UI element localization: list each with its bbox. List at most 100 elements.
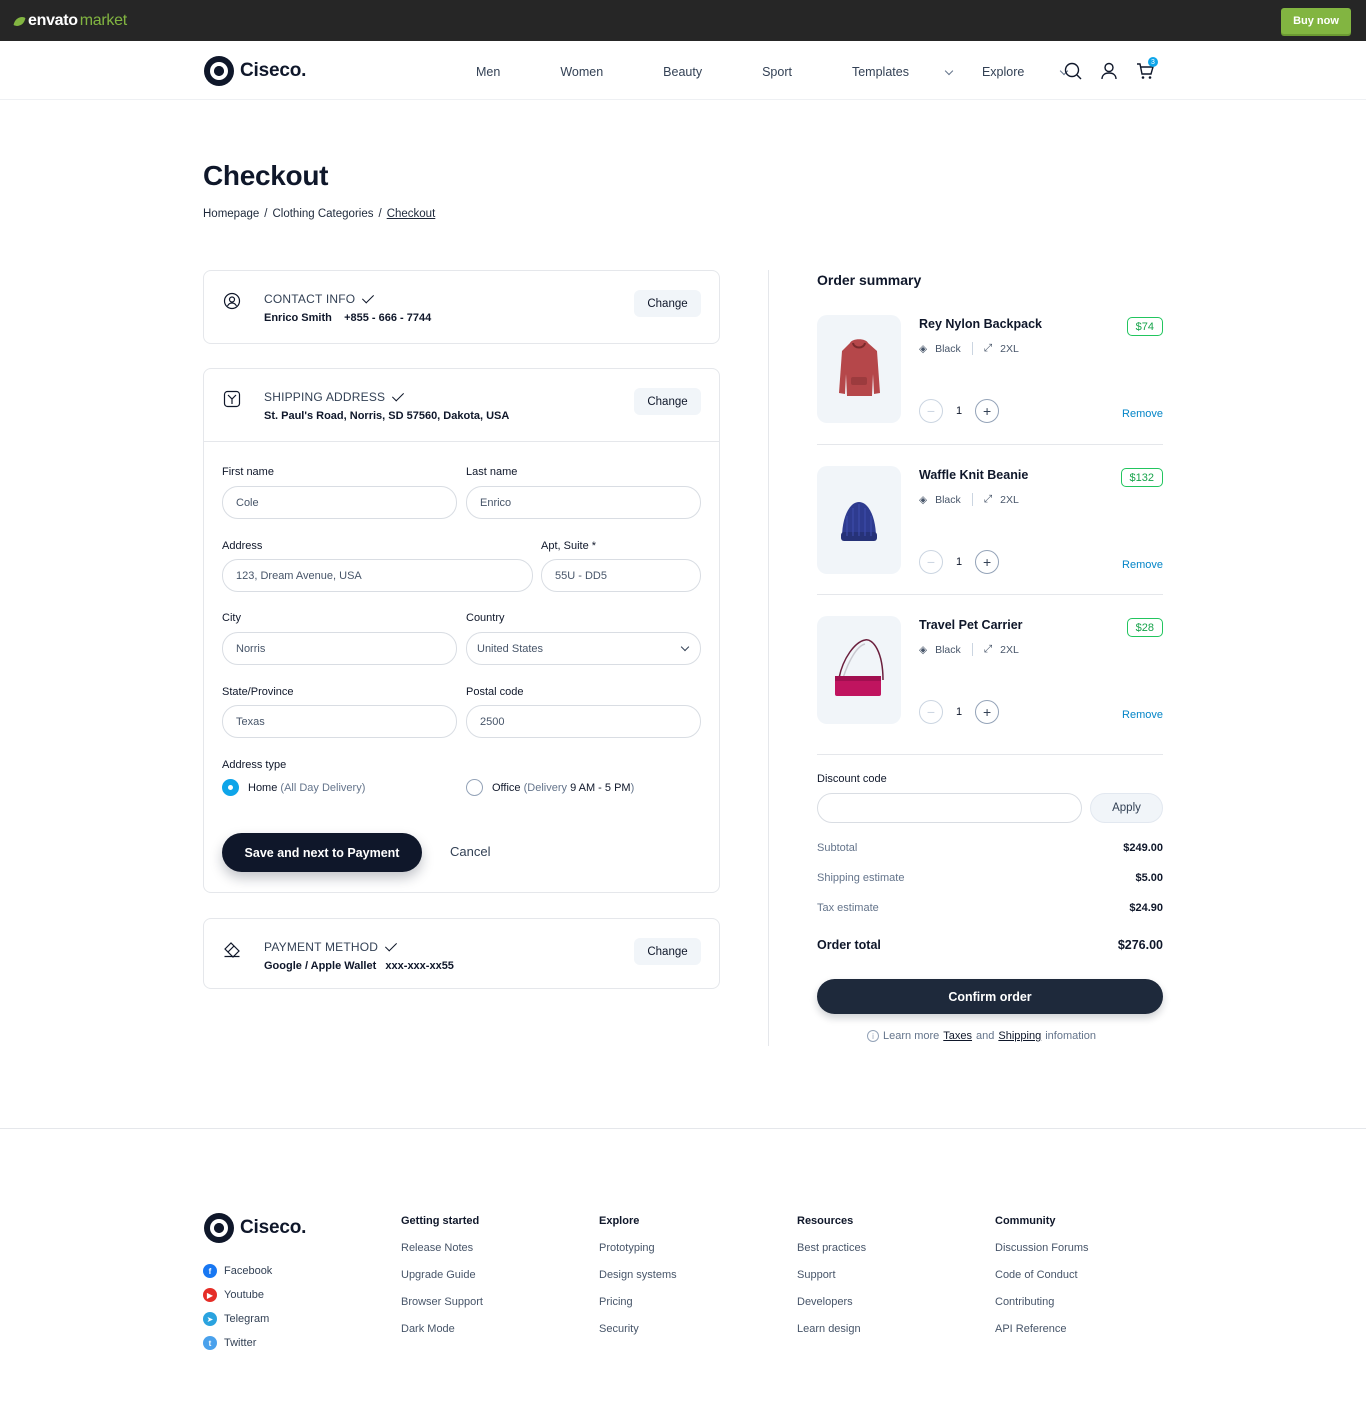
brand-logo[interactable]: Ciseco. <box>204 56 306 86</box>
state-label: State/Province <box>222 686 294 698</box>
attribute-separator <box>971 643 973 656</box>
change-contact-button[interactable]: Change <box>634 290 701 317</box>
check-icon <box>385 938 398 952</box>
footer-link[interactable]: Best practices <box>797 1242 866 1256</box>
nav-item-men[interactable]: Men <box>476 65 530 79</box>
apply-discount-button[interactable]: Apply <box>1090 793 1163 823</box>
shipping-form: First name Cole Last name Enrico Address… <box>204 441 719 893</box>
decrease-quantity-button[interactable]: − <box>919 550 943 574</box>
radio-office[interactable]: Office (Delivery 9 AM - 5 PM) <box>466 779 634 796</box>
payment-method-name: Google / Apple Wallet <box>264 960 377 972</box>
country-select[interactable]: United States <box>466 632 701 665</box>
first-name-label: First name <box>222 466 274 478</box>
cancel-button[interactable]: Cancel <box>450 844 490 859</box>
footer-link[interactable]: Security <box>599 1323 677 1337</box>
increase-quantity-button[interactable]: + <box>975 550 1000 574</box>
city-field[interactable]: Norris <box>222 632 457 665</box>
first-name-field[interactable]: Cole <box>222 486 457 519</box>
breadcrumb-current[interactable]: Checkout <box>387 208 436 220</box>
product-image[interactable] <box>817 616 901 724</box>
footer-link[interactable]: Release Notes <box>401 1242 483 1256</box>
postal-code-field[interactable]: 2500 <box>466 705 701 738</box>
footer-link[interactable]: Support <box>797 1269 866 1283</box>
increase-quantity-button[interactable]: + <box>975 700 1000 724</box>
social-telegram[interactable]: ➤ Telegram <box>203 1312 269 1326</box>
order-summary-title: Order summary <box>817 272 922 288</box>
product-name[interactable]: Waffle Knit Beanie <box>919 468 1028 482</box>
item-divider <box>817 594 1163 595</box>
envato-logo[interactable]: envato market <box>13 12 127 30</box>
product-image[interactable] <box>817 315 901 423</box>
contact-info-label: CONTACT INFO <box>264 290 375 306</box>
footer-link[interactable]: Code of Conduct <box>995 1269 1089 1283</box>
footer-link[interactable]: Developers <box>797 1296 866 1310</box>
contact-name: Enrico Smith <box>264 312 332 324</box>
quantity-stepper: − 1 + <box>919 700 1000 724</box>
footer-link[interactable]: API Reference <box>995 1323 1089 1337</box>
tax-estimate-value: $24.90 <box>1129 902 1163 914</box>
footer-brand-logo[interactable]: Ciseco. <box>204 1213 306 1243</box>
social-facebook[interactable]: f Facebook <box>203 1264 272 1278</box>
social-twitter[interactable]: t Twitter <box>203 1336 256 1350</box>
nav-item-women[interactable]: Women <box>560 65 633 79</box>
telegram-icon: ➤ <box>203 1312 217 1326</box>
address-label: Address <box>222 540 263 552</box>
change-payment-button[interactable]: Change <box>634 938 701 965</box>
package-icon <box>223 390 241 408</box>
footer-link[interactable]: Browser Support <box>401 1296 483 1310</box>
decrease-quantity-button[interactable]: − <box>919 399 943 423</box>
increase-quantity-button[interactable]: + <box>975 399 1000 423</box>
info-icon: i <box>867 1030 879 1042</box>
user-icon[interactable] <box>1100 62 1118 80</box>
save-next-button[interactable]: Save and next to Payment <box>222 833 422 872</box>
remove-item-button[interactable]: Remove <box>1122 709 1163 721</box>
breadcrumb-category[interactable]: Clothing Categories <box>272 208 373 220</box>
footer-link[interactable]: Learn design <box>797 1323 866 1337</box>
leaf-icon <box>13 14 26 28</box>
nav-item-explore[interactable]: Explore <box>981 65 1069 79</box>
main-nav: Men Women Beauty Sport Templates Explore <box>476 65 1097 79</box>
shipping-address-value: St. Paul's Road, Norris, SD 57560, Dakot… <box>264 410 510 422</box>
footer-link[interactable]: Prototyping <box>599 1242 677 1256</box>
radio-office-text: Office (Delivery 9 AM - 5 PM) <box>492 782 634 794</box>
quantity-value: 1 <box>956 556 963 568</box>
decrease-quantity-button[interactable]: − <box>919 700 943 724</box>
change-shipping-button[interactable]: Change <box>634 388 701 415</box>
social-label: Twitter <box>224 1337 257 1349</box>
product-price: $74 <box>1126 317 1163 336</box>
taxes-link[interactable]: Taxes <box>943 1030 972 1042</box>
footer-link[interactable]: Dark Mode <box>401 1323 483 1337</box>
social-youtube[interactable]: ▶ Youtube <box>203 1288 264 1302</box>
contact-info-value: Enrico Smith +855 - 666 - 7744 <box>264 312 431 324</box>
nav-item-sport[interactable]: Sport <box>762 65 822 79</box>
search-icon[interactable] <box>1064 62 1082 80</box>
last-name-field[interactable]: Enrico <box>466 486 701 519</box>
nav-label: Explore <box>981 65 1025 79</box>
radio-home[interactable]: Home (All Day Delivery) <box>222 779 365 796</box>
remove-item-button[interactable]: Remove <box>1122 559 1163 571</box>
cart-button[interactable]: 3 <box>1136 57 1158 80</box>
product-name[interactable]: Travel Pet Carrier <box>919 618 1023 632</box>
youtube-icon: ▶ <box>203 1288 217 1302</box>
footer-link[interactable]: Design systems <box>599 1269 677 1283</box>
footer-column-getting-started: Getting started Release Notes Upgrade Gu… <box>401 1215 483 1350</box>
state-field[interactable]: Texas <box>222 705 457 738</box>
discount-code-input[interactable] <box>817 793 1082 823</box>
product-name[interactable]: Rey Nylon Backpack <box>919 317 1042 331</box>
footer-link[interactable]: Upgrade Guide <box>401 1269 483 1283</box>
footer-link[interactable]: Contributing <box>995 1296 1089 1310</box>
footer-brand-name: Ciseco. <box>240 1217 307 1238</box>
confirm-order-button[interactable]: Confirm order <box>817 979 1163 1014</box>
buy-now-button[interactable]: Buy now <box>1281 8 1351 34</box>
shipping-link[interactable]: Shipping <box>998 1030 1041 1042</box>
address-field[interactable]: 123, Dream Avenue, USA <box>222 559 533 592</box>
order-total-value: $276.00 <box>1117 938 1163 952</box>
nav-item-templates[interactable]: Templates <box>852 65 954 79</box>
remove-item-button[interactable]: Remove <box>1122 408 1163 420</box>
footer-link[interactable]: Pricing <box>599 1296 677 1310</box>
product-image[interactable] <box>817 466 901 574</box>
footer-link[interactable]: Discussion Forums <box>995 1242 1089 1256</box>
apt-suite-field[interactable]: 55U - DD5 <box>541 559 701 592</box>
nav-item-beauty[interactable]: Beauty <box>663 65 732 79</box>
breadcrumb-home[interactable]: Homepage <box>203 208 259 220</box>
